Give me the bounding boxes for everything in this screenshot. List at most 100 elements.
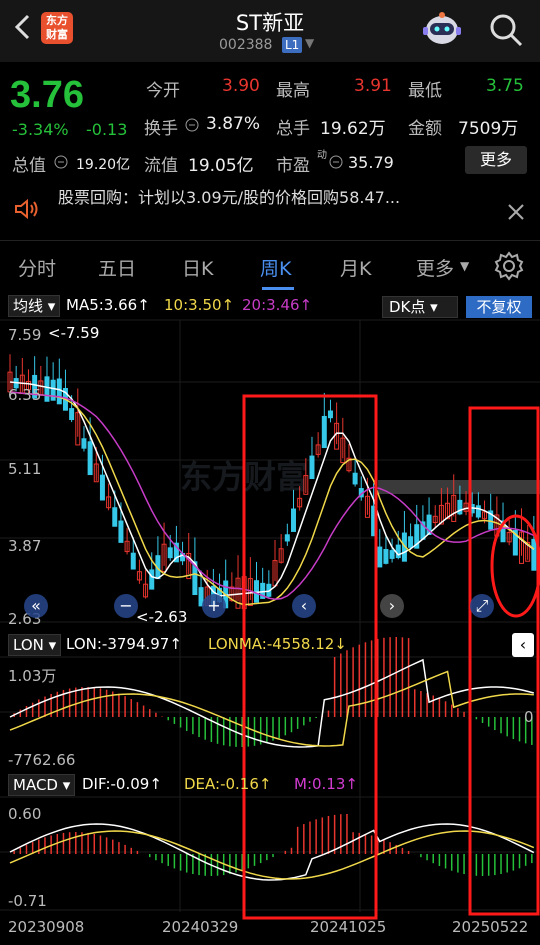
float-label: 流值 — [144, 156, 178, 176]
lon-value: LON:-3794.97↑ — [66, 635, 182, 653]
tab-monthly-k[interactable]: 月K — [340, 254, 371, 281]
ma5-value: MA5:3.66↑ — [66, 296, 150, 314]
tab-weekly-k[interactable]: 周K — [260, 254, 291, 281]
macd-selector[interactable]: MACD ▾ — [8, 774, 76, 796]
stock-code: 002388 — [219, 37, 273, 53]
pe-label: 市盈 — [276, 156, 310, 176]
price-band — [378, 480, 540, 494]
change-value: -0.13 — [86, 120, 128, 139]
candle-body — [167, 547, 173, 559]
chevron-down-icon[interactable]: ▼ — [305, 36, 314, 50]
ma-legend: 均线 ▾ MA5:3.66↑ 10:3.50↑ 20:3.46↑ DK点 ▾ 不… — [0, 293, 540, 319]
chart-canvas[interactable] — [0, 292, 540, 945]
info-icon[interactable] — [329, 155, 343, 169]
chevron-down-icon[interactable]: ▼ — [460, 259, 469, 273]
turnover-label: 换手 — [144, 119, 178, 139]
collapse-panel-button[interactable]: ‹ — [512, 633, 534, 657]
info-icon[interactable] — [54, 155, 68, 169]
lon-zero-label: 0 — [524, 708, 534, 726]
period-tabs: 分时 五日 日K 周K 月K 更多 ▼ — [0, 240, 540, 292]
candle-body — [352, 472, 358, 485]
scroll-right-button[interactable]: › — [380, 594, 404, 618]
ma-selector[interactable]: 均线 ▾ — [8, 295, 61, 317]
date-label-3: 20241025 — [310, 918, 387, 936]
mktcap-label: 总值 — [12, 156, 46, 176]
candle-body — [531, 538, 537, 571]
turnover-value: 3.87% — [206, 114, 261, 134]
assistant-robot-icon[interactable] — [420, 10, 464, 50]
candle-body — [130, 552, 136, 570]
ma10-value: 10:3.50↑ — [164, 296, 235, 314]
lonma-value: LONMA:-4558.12↓ — [208, 635, 347, 653]
candle-body — [44, 376, 50, 402]
y-label-2: 6.35 — [8, 386, 42, 404]
tab-daily-k[interactable]: 日K — [182, 254, 213, 281]
tab-intraday[interactable]: 分时 — [18, 254, 56, 281]
macd-top-label: 0.60 — [8, 805, 42, 823]
ma20-value: 20:3.46↑ — [242, 296, 313, 314]
high-marker: <-7.59 — [48, 324, 100, 342]
tab-more[interactable]: 更多 — [416, 254, 454, 281]
speaker-icon — [15, 198, 38, 220]
watermark: 东方财富 — [180, 458, 309, 496]
candle-body — [87, 441, 93, 476]
candle-body — [309, 455, 315, 480]
close-icon[interactable] — [506, 202, 526, 222]
lon-bottom-label: -7762.66 — [8, 751, 76, 769]
candle-body — [149, 569, 155, 590]
info-icon[interactable] — [185, 118, 199, 132]
lon-top-label: 1.03万 — [8, 667, 57, 685]
search-icon[interactable] — [488, 12, 524, 48]
zoom-in-button[interactable]: + — [202, 594, 226, 618]
tab-five-day[interactable]: 五日 — [98, 254, 136, 281]
y-label-4: 3.87 — [8, 537, 42, 555]
dea-value: DEA:-0.16↑ — [184, 775, 272, 793]
lon-legend: LON ▾ LON:-3794.97↑ LONMA:-4558.12↓ — [0, 632, 540, 658]
adjust-toggle[interactable]: 不复权 — [466, 296, 532, 318]
scroll-left-button[interactable]: ‹ — [292, 594, 316, 618]
candle-body — [383, 549, 389, 564]
mktcap-value: 19.20亿 — [76, 157, 131, 173]
zoom-out-button[interactable]: − — [114, 594, 138, 618]
high-label: 最高 — [276, 81, 310, 101]
kline-chart[interactable]: 均线 ▾ MA5:3.66↑ 10:3.50↑ 20:3.46↑ DK点 ▾ 不… — [0, 292, 540, 945]
gear-icon[interactable] — [494, 251, 524, 281]
candle-body — [408, 536, 414, 548]
open-label: 今开 — [146, 81, 180, 101]
top-bar: 东方财富 ST新亚 002388 L1 ▼ — [0, 0, 540, 62]
dk-point-selector[interactable]: DK点 ▾ — [382, 296, 458, 318]
announcement-text: 股票回购：计划以3.09元/股的价格回购58.47... — [58, 188, 401, 207]
macd-legend: MACD ▾ DIF:-0.09↑ DEA:-0.16↑ M:0.13↑ — [0, 772, 540, 798]
volume-label: 总手 — [276, 119, 310, 139]
date-label-4: 20250522 — [452, 918, 529, 936]
quote-panel: 3.76 -3.34% -0.13 今开 3.90 最高 3.91 最低 3.7… — [0, 62, 540, 240]
float-value: 19.05亿 — [188, 156, 254, 176]
date-label-1: 20230908 — [8, 918, 85, 936]
candle-body — [56, 378, 62, 405]
candle-body — [475, 505, 481, 518]
y-label-1: 7.59 — [8, 326, 42, 344]
scroll-left-fast-button[interactable]: « — [24, 594, 48, 618]
amount-label: 金额 — [408, 119, 442, 139]
candle-body — [327, 410, 333, 419]
candle-body — [118, 520, 124, 543]
last-price: 3.76 — [10, 74, 84, 116]
change-percent: -3.34% — [12, 120, 69, 139]
candle-body — [395, 544, 401, 559]
pe-dynamic-marker: 动 — [317, 150, 327, 161]
date-label-2: 20240329 — [162, 918, 239, 936]
low-value: 3.75 — [486, 76, 524, 96]
announcement-bar[interactable]: 股票回购：计划以3.09元/股的价格回购58.47... — [0, 180, 540, 240]
candle-body — [254, 580, 260, 603]
level-badge[interactable]: L1 — [282, 37, 303, 53]
macd-bottom-label: -0.71 — [8, 892, 47, 910]
candle-body — [290, 508, 296, 532]
candle-body — [284, 534, 290, 542]
volume-value: 19.62万 — [320, 119, 386, 139]
candle-body — [457, 499, 463, 515]
lon-selector[interactable]: LON ▾ — [8, 634, 62, 656]
fullscreen-button[interactable]: ⤢ — [470, 594, 494, 618]
more-button[interactable]: 更多 — [465, 146, 527, 174]
m-value: M:0.13↑ — [294, 775, 358, 793]
amount-value: 7509万 — [458, 119, 519, 139]
